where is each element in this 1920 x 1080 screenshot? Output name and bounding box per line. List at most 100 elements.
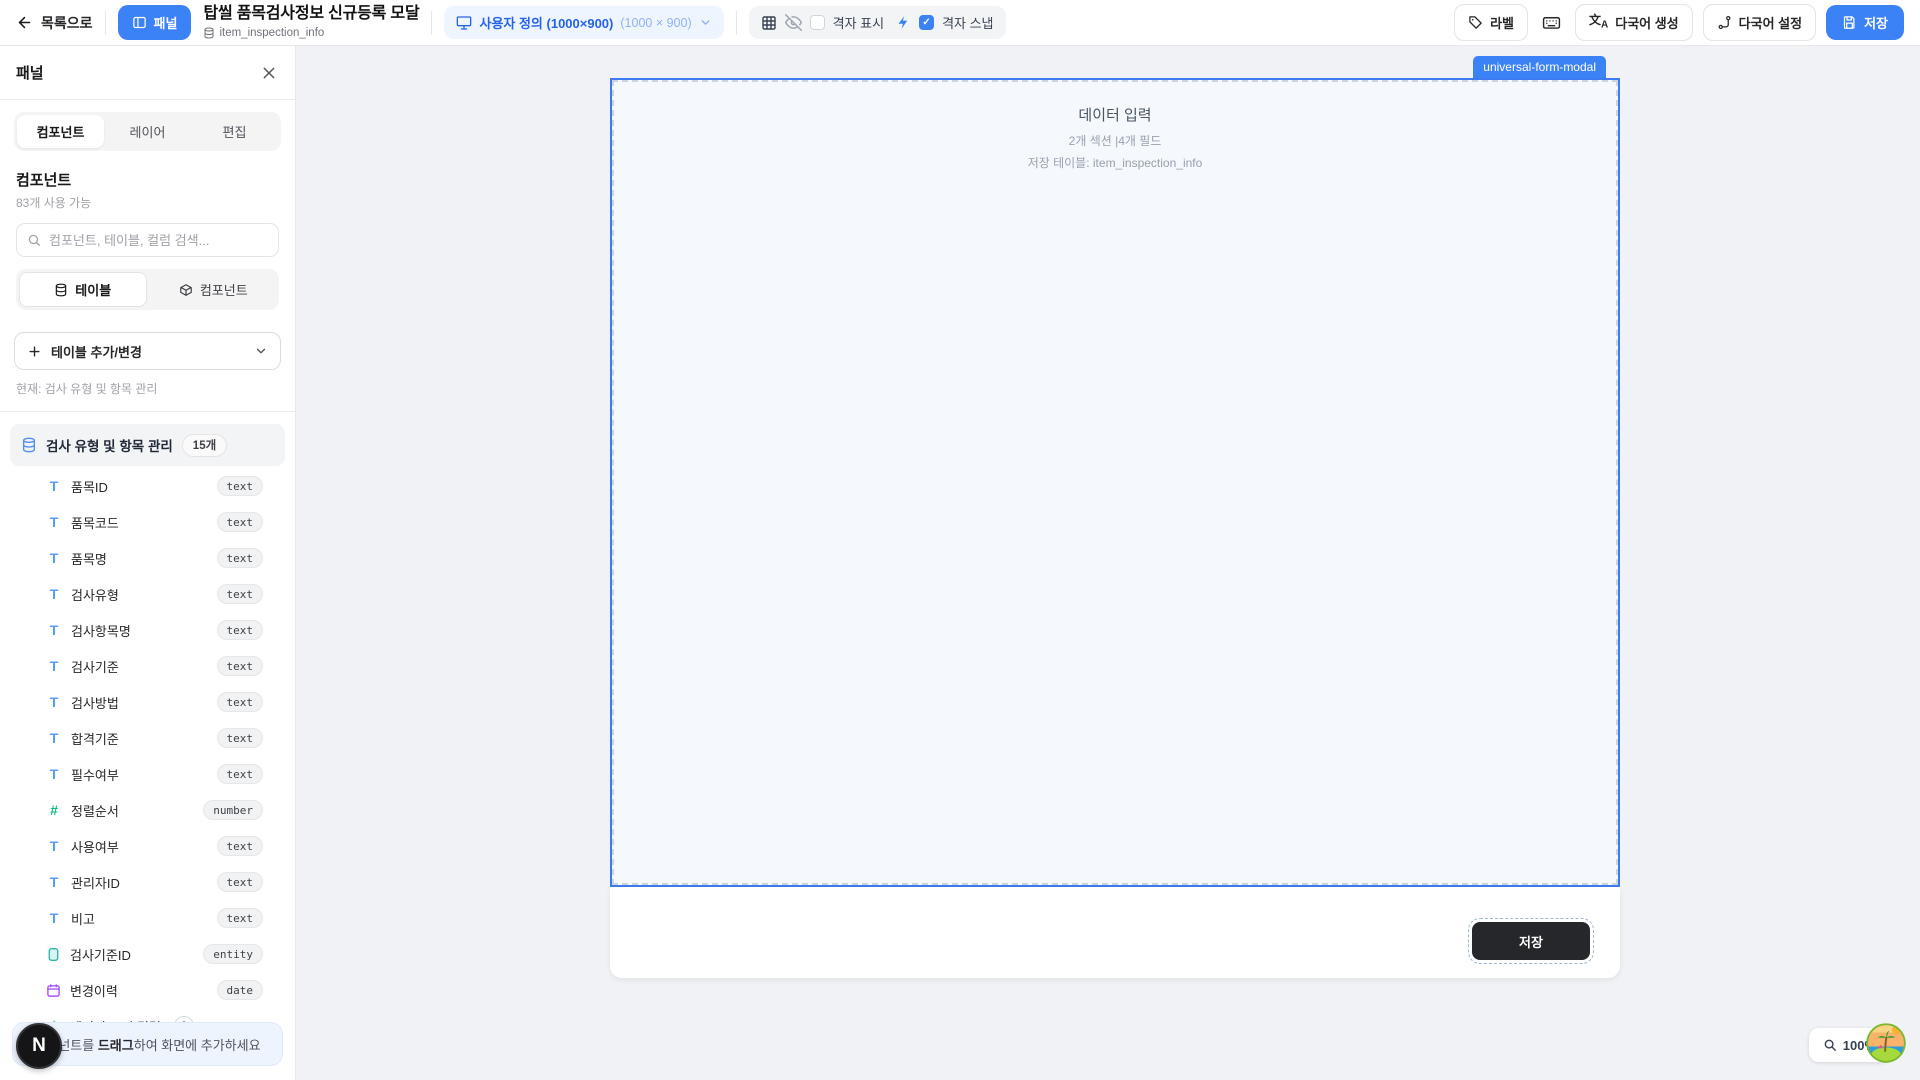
- source-toggle-tables-label: 테이블: [75, 280, 111, 299]
- chevron-down-icon: [254, 344, 268, 358]
- field-type-badge: text: [217, 764, 264, 784]
- field-row-text[interactable]: T 품목ID text: [0, 468, 295, 504]
- grid-show-label: 격자 표시: [833, 13, 884, 32]
- field-row-text[interactable]: T 사용여부 text: [0, 828, 295, 864]
- package-icon: [179, 283, 193, 297]
- panel-title: 패널: [16, 62, 44, 83]
- panel-toggle-button[interactable]: 패널: [118, 5, 192, 40]
- i18n-settings-button[interactable]: 다국어 설정: [1703, 4, 1816, 41]
- page-title-block: 탑씰 품목검사정보 신규등록 모달 item_inspection_info: [203, 5, 419, 40]
- source-toggle-components[interactable]: 컴포넌트: [151, 272, 277, 307]
- table-row-inspection[interactable]: 검사 유형 및 항목 관리 15개: [10, 424, 285, 466]
- island-sticker: [1865, 1022, 1907, 1064]
- keyboard-shortcuts-button[interactable]: [1538, 9, 1565, 36]
- field-type-badge: text: [217, 620, 264, 640]
- field-row-text[interactable]: T 품목코드 text: [0, 504, 295, 540]
- field-name: 검사기준: [71, 657, 119, 676]
- save-button-label: 저장: [1864, 13, 1888, 32]
- header-divider: [105, 11, 106, 35]
- source-toggle-tables[interactable]: 테이블: [19, 272, 147, 307]
- component-search: [16, 223, 279, 257]
- field-row-text[interactable]: T 검사항목명 text: [0, 612, 295, 648]
- field-type-badge: number: [203, 800, 263, 820]
- field-name: 검사항목명: [71, 621, 131, 640]
- field-row-text[interactable]: T 비고 text: [0, 900, 295, 936]
- magnifier-icon: [1823, 1038, 1837, 1052]
- modal-save-button[interactable]: 저장: [1472, 922, 1590, 960]
- field-row-text[interactable]: T 검사기준 text: [0, 648, 295, 684]
- back-to-list-button[interactable]: 목록으로: [16, 13, 93, 33]
- add-change-table-button[interactable]: 테이블 추가/변경: [14, 332, 281, 370]
- field-type-badge: text: [217, 584, 264, 604]
- field-list: T 품목ID text T 품목코드 text T 품목명 text T 검사유…: [0, 468, 295, 1044]
- save-icon: [1842, 15, 1857, 30]
- field-type-badge: date: [217, 980, 264, 1000]
- monitor-icon: [456, 15, 472, 31]
- label-button-text: 라벨: [1490, 13, 1514, 32]
- save-button[interactable]: 저장: [1826, 5, 1904, 40]
- tab-layers[interactable]: 레이어: [104, 115, 191, 148]
- database-icon: [21, 437, 37, 453]
- field-row-entity[interactable]: 검사기준ID entity: [0, 936, 295, 972]
- field-name: 비고: [71, 909, 95, 928]
- eye-off-icon: [785, 14, 802, 31]
- field-name: 품목ID: [71, 477, 108, 496]
- field-row-date[interactable]: 변경이력 date: [0, 972, 295, 1008]
- header-divider: [736, 11, 737, 35]
- database-icon: [203, 27, 215, 39]
- table-field-count-badge: 15개: [182, 434, 227, 457]
- field-row-text[interactable]: T 검사유형 text: [0, 576, 295, 612]
- database-icon: [54, 283, 68, 297]
- field-name: 품목코드: [71, 513, 119, 532]
- i18n-generate-button[interactable]: 文A 다국어 생성: [1575, 4, 1693, 41]
- label-button[interactable]: 라벨: [1454, 4, 1528, 41]
- tab-edit[interactable]: 편집: [191, 115, 278, 148]
- panel-toggle-label: 패널: [154, 13, 178, 32]
- close-icon: [261, 65, 277, 81]
- left-panel: 패널 컴포넌트 레이어 편집 컴포넌트 83개 사용 가능 테이블 컴포넌트: [0, 46, 296, 1080]
- panel-close-button[interactable]: [259, 63, 279, 83]
- modal-form-area[interactable]: 데이터 입력 2개 섹션 |4개 필드 저장 테이블: item_inspect…: [610, 78, 1620, 887]
- lightning-icon: [896, 15, 911, 30]
- grid-snap-checkbox[interactable]: ✓: [919, 15, 934, 30]
- field-name: 사용여부: [71, 837, 119, 856]
- viewport-label: 사용자 정의 (1000×900): [479, 13, 613, 32]
- field-row-text[interactable]: T 필수여부 text: [0, 756, 295, 792]
- field-row-text[interactable]: T 합격기준 text: [0, 720, 295, 756]
- plus-icon: [27, 344, 42, 359]
- dev-tools-badge[interactable]: N: [16, 1023, 62, 1069]
- translate-icon: 文A: [1589, 14, 1608, 30]
- grid-controls: 격자 표시 ✓ 격자 스냅: [749, 6, 1006, 39]
- field-name: 검사방법: [71, 693, 119, 712]
- universal-form-modal-component[interactable]: universal-form-modal 데이터 입력 2개 섹션 |4개 필드…: [610, 78, 1620, 978]
- panel-divider: [0, 411, 295, 412]
- i18n-settings-label: 다국어 설정: [1739, 13, 1802, 32]
- field-row-text[interactable]: T 품목명 text: [0, 540, 295, 576]
- editor-canvas[interactable]: universal-form-modal 데이터 입력 2개 섹션 |4개 필드…: [296, 46, 1920, 1080]
- field-type-badge: text: [217, 476, 264, 496]
- field-row-text[interactable]: T 검사방법 text: [0, 684, 295, 720]
- field-name: 필수여부: [71, 765, 119, 784]
- route-icon: [1717, 15, 1732, 30]
- field-row-number[interactable]: # 정렬순서 number: [0, 792, 295, 828]
- field-type-badge: text: [217, 872, 264, 892]
- field-name: 검사기준ID: [70, 945, 131, 964]
- modal-title: 데이터 입력: [612, 104, 1618, 125]
- page-title: 탑씰 품목검사정보 신규등록 모달: [203, 5, 419, 23]
- field-type-badge: text: [217, 836, 264, 856]
- modal-table-info: 저장 테이블: item_inspection_info: [612, 154, 1618, 171]
- chevron-down-icon: [699, 16, 712, 29]
- field-row-text[interactable]: T 관리자ID text: [0, 864, 295, 900]
- tab-components[interactable]: 컴포넌트: [17, 115, 104, 148]
- grid-icon: [761, 15, 777, 31]
- header-divider: [431, 11, 432, 35]
- component-type-label: universal-form-modal: [1473, 56, 1606, 78]
- keyboard-icon: [1542, 13, 1561, 32]
- field-type-badge: entity: [203, 944, 263, 964]
- viewport-size: (1000 × 900): [620, 16, 691, 30]
- search-input[interactable]: [49, 233, 268, 248]
- top-header: 목록으로 패널 탑씰 품목검사정보 신규등록 모달 item_inspectio…: [0, 0, 1920, 46]
- viewport-size-select[interactable]: 사용자 정의 (1000×900) (1000 × 900): [444, 6, 723, 39]
- bound-table-name: item_inspection_info: [219, 27, 324, 40]
- grid-show-checkbox[interactable]: [810, 15, 825, 30]
